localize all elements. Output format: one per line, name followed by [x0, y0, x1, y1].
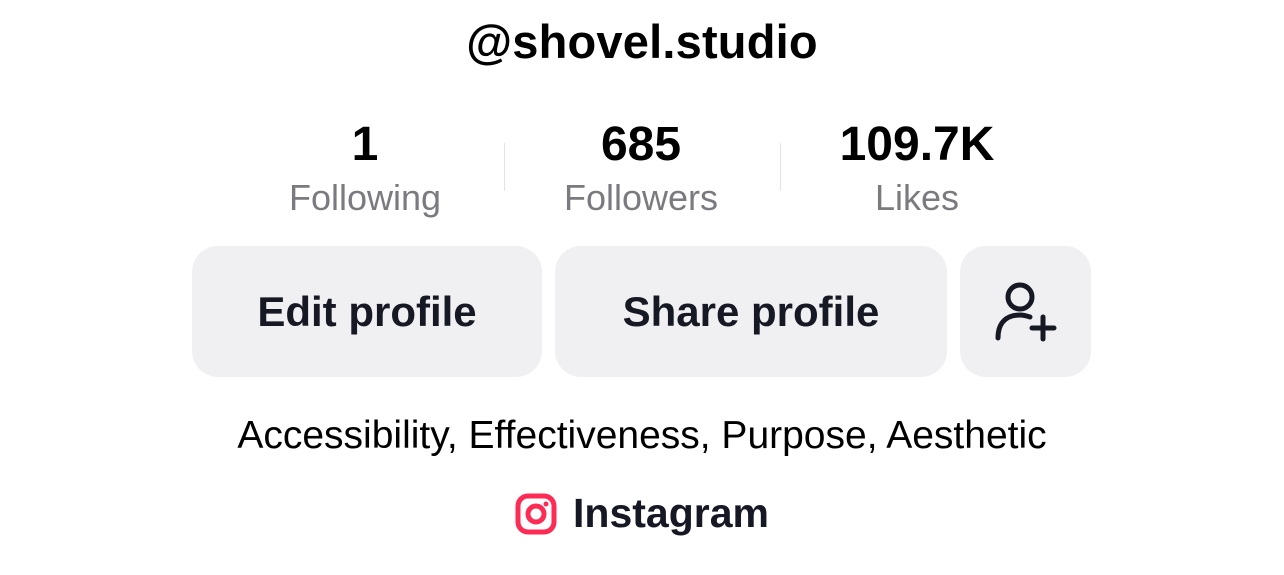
likes-count: 109.7K [839, 118, 995, 171]
instagram-link[interactable]: Instagram [0, 490, 1284, 537]
add-friends-button[interactable] [960, 246, 1091, 377]
edit-profile-button[interactable]: Edit profile [192, 246, 542, 377]
instagram-label: Instagram [573, 490, 769, 536]
followers-count: 685 [600, 118, 682, 171]
edit-profile-label: Edit profile [257, 287, 477, 335]
stat-following[interactable]: 1 Following [245, 113, 485, 222]
profile-bio: Accessibility, Effectiveness, Purpose, A… [237, 414, 1047, 457]
followers-label: Followers [563, 177, 719, 218]
following-count: 1 [351, 118, 379, 171]
person-add-icon [995, 282, 1056, 341]
share-profile-button[interactable]: Share profile [555, 246, 947, 377]
instagram-icon [515, 493, 557, 534]
share-profile-label: Share profile [622, 287, 880, 335]
profile-stats: 1 Following 685 Followers 109.7K Likes [0, 113, 1284, 233]
stat-likes[interactable]: 109.7K Likes [797, 113, 1037, 222]
likes-label: Likes [874, 177, 960, 218]
stat-divider [504, 143, 505, 191]
following-label: Following [288, 177, 442, 218]
stat-divider [780, 143, 781, 191]
stat-followers[interactable]: 685 Followers [521, 113, 761, 222]
profile-username: @shovel.studio [466, 15, 818, 68]
